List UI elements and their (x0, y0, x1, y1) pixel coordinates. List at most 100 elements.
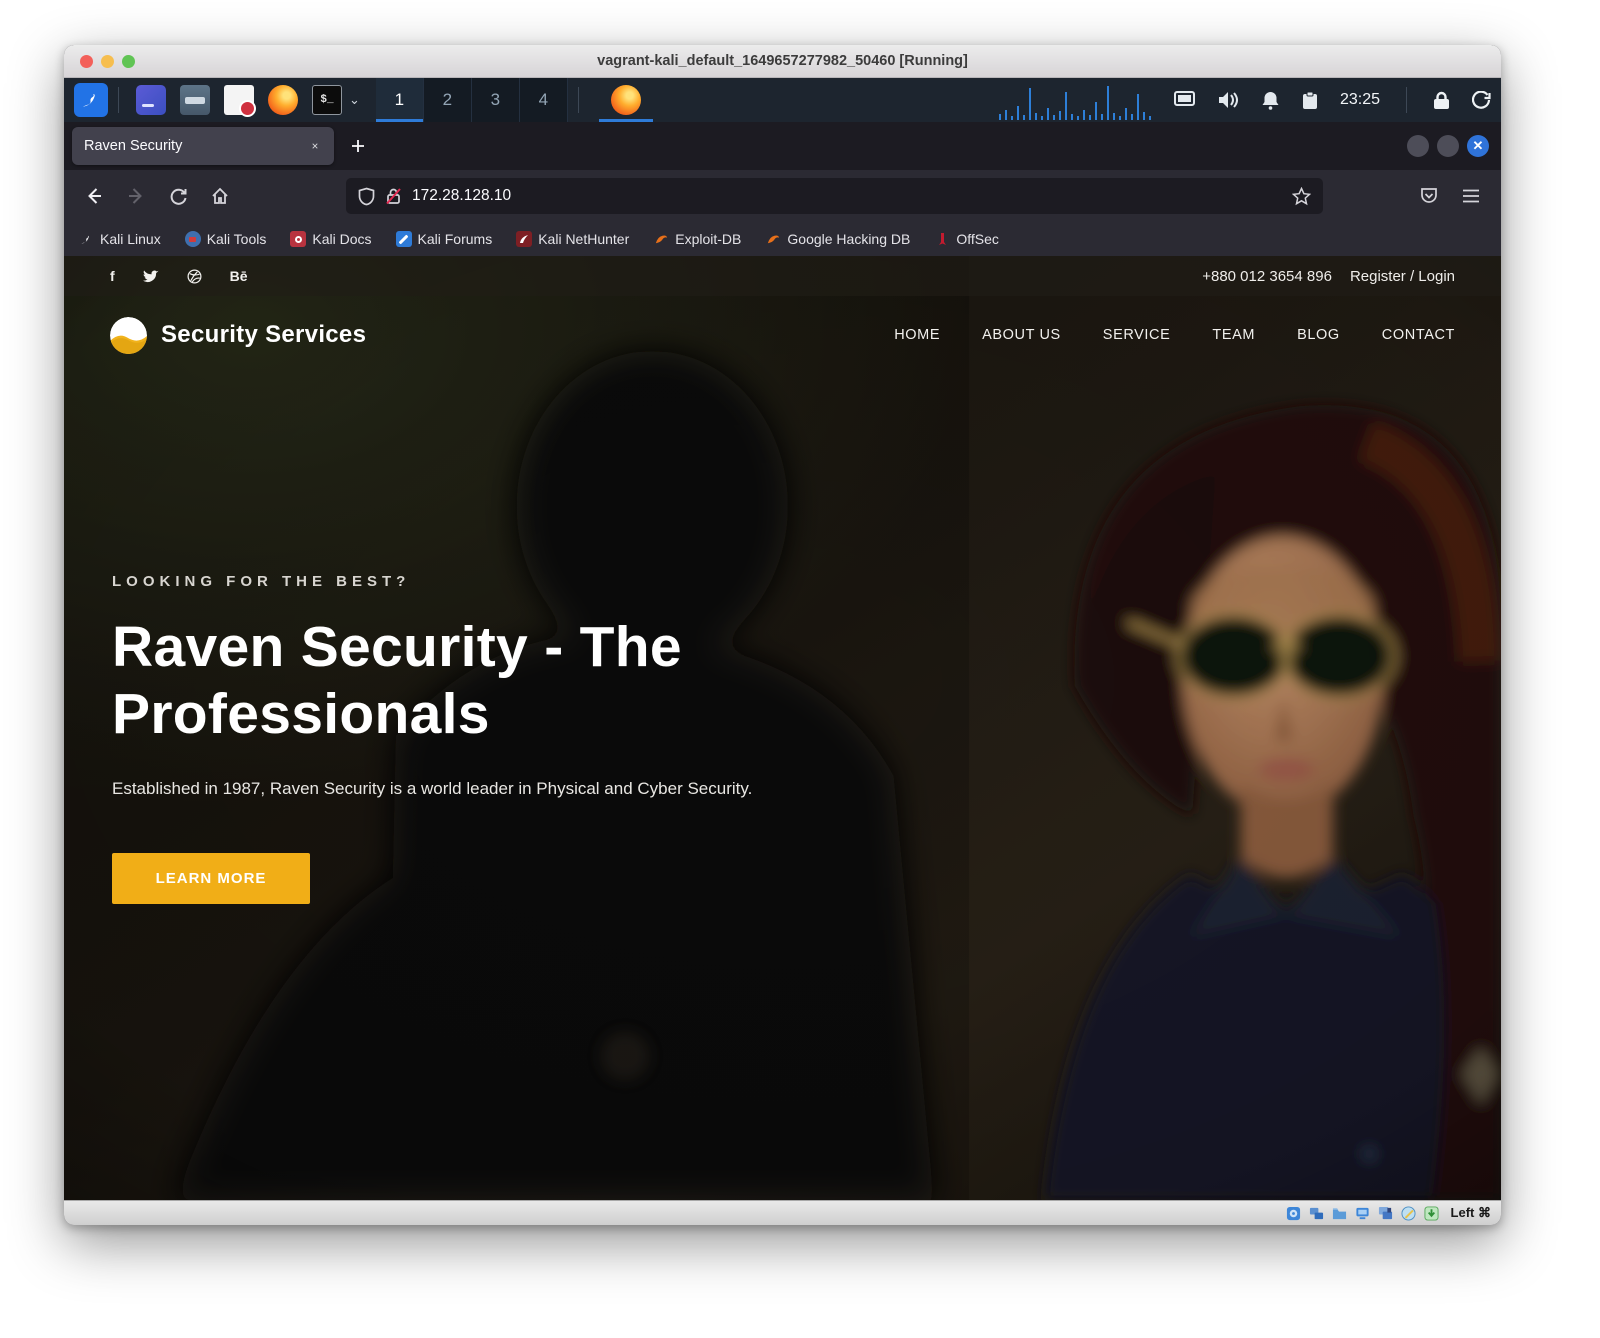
panel-separator (118, 87, 119, 113)
tracking-shield-icon[interactable] (358, 187, 375, 206)
menu-hamburger-icon[interactable] (1453, 179, 1489, 213)
kali-docs-favicon (290, 231, 306, 247)
panel-separator (578, 87, 579, 113)
vm-window: vagrant-kali_default_1649657277982_50460… (64, 45, 1501, 1225)
hero-title: Raven Security - The Professionals (112, 614, 772, 747)
pocket-icon[interactable] (1411, 179, 1447, 213)
page-viewport: f Bē +880 012 3654 896 Register / Login … (64, 256, 1501, 1200)
offsec-favicon (934, 231, 950, 247)
bookmark-kali-linux[interactable]: Kali Linux (78, 231, 161, 247)
insecure-lock-icon[interactable] (385, 187, 402, 205)
maximize-button[interactable] (1437, 135, 1459, 157)
vbox-display-status-icon[interactable] (1355, 1205, 1371, 1221)
dribbble-icon[interactable] (187, 269, 202, 284)
display-tray-icon[interactable] (1174, 91, 1195, 109)
site-header: Security Services HOME ABOUT US SERVICE … (64, 296, 1501, 374)
site-topbar: f Bē +880 012 3654 896 Register / Login (64, 256, 1501, 296)
lock-screen-icon[interactable] (1433, 91, 1450, 110)
xfwm-window-controls: ✕ (1407, 122, 1489, 170)
exploit-db-favicon (653, 231, 669, 247)
bookmark-kali-tools[interactable]: Kali Tools (185, 231, 267, 247)
nav-contact[interactable]: CONTACT (1382, 327, 1455, 343)
firefox-navbar: 172.28.128.10 (64, 170, 1501, 222)
bookmark-kali-nethunter[interactable]: Kali NetHunter (516, 231, 629, 247)
terminal-icon[interactable]: $_ (312, 85, 342, 115)
nav-home[interactable]: HOME (894, 327, 940, 343)
close-button[interactable]: ✕ (1467, 135, 1489, 157)
bookmark-exploit-db[interactable]: Exploit-DB (653, 231, 741, 247)
behance-icon[interactable]: Bē (230, 268, 248, 284)
tab-title: Raven Security (84, 138, 308, 154)
volume-icon[interactable] (1217, 91, 1239, 109)
panel-separator (1406, 87, 1407, 113)
bookmark-kali-forums[interactable]: Kali Forums (396, 231, 493, 247)
nav-blog[interactable]: BLOG (1297, 327, 1340, 343)
bookmark-offsec[interactable]: OffSec (934, 231, 999, 247)
vbox-network-status-icon[interactable] (1309, 1205, 1325, 1221)
terminal-glyph: $_ (320, 94, 333, 106)
firefox-launcher-icon[interactable] (268, 85, 298, 115)
kali-panel: $_ ⌄ 1 2 3 4 (64, 78, 1501, 122)
site-brand[interactable]: Security Services (161, 321, 366, 349)
vm-window-title: vagrant-kali_default_1649657277982_50460… (64, 53, 1501, 69)
minimize-button[interactable] (1407, 135, 1429, 157)
kali-linux-favicon (78, 231, 94, 247)
panel-clock[interactable]: 23:25 (1340, 91, 1380, 109)
system-tray: 23:25 (1174, 87, 1491, 113)
social-links: f Bē (110, 268, 248, 284)
logout-power-icon[interactable] (1472, 91, 1491, 110)
zoom-window-button[interactable] (122, 55, 135, 68)
site-nav: HOME ABOUT US SERVICE TEAM BLOG CONTACT (894, 327, 1455, 343)
vbox-host-key-indicator: Left ⌘ (1451, 1205, 1491, 1221)
vbox-harddisk-status-icon[interactable] (1286, 1205, 1302, 1221)
phone-number: +880 012 3654 896 (1202, 268, 1332, 285)
bookmark-star-icon[interactable] (1292, 187, 1311, 206)
register-login-link[interactable]: Register / Login (1350, 268, 1455, 285)
bookmark-kali-docs[interactable]: Kali Docs (290, 231, 371, 247)
new-tab-button[interactable] (350, 138, 366, 154)
url-bar[interactable]: 172.28.128.10 (346, 178, 1323, 214)
facebook-icon[interactable]: f (110, 268, 115, 284)
vm-titlebar: vagrant-kali_default_1649657277982_50460… (64, 45, 1501, 78)
taskbar-firefox-icon[interactable] (599, 78, 653, 122)
nav-about-us[interactable]: ABOUT US (982, 327, 1061, 343)
site-logo-icon[interactable] (110, 317, 147, 354)
firefox-icon (611, 85, 641, 115)
close-window-button[interactable] (80, 55, 93, 68)
vbox-arrow-status-icon[interactable] (1424, 1205, 1440, 1221)
tab-close-icon[interactable] (308, 139, 322, 153)
workspace-2[interactable]: 2 (424, 78, 472, 122)
forward-button[interactable] (118, 179, 154, 213)
bookmark-google-hacking-db[interactable]: Google Hacking DB (765, 231, 910, 247)
cpu-graph[interactable] (996, 80, 1156, 120)
kali-tools-favicon (185, 231, 201, 247)
vbox-status-bar: Left ⌘ (64, 1200, 1501, 1225)
hero-section: LOOKING FOR THE BEST? Raven Security - T… (112, 573, 812, 904)
hero-kicker: LOOKING FOR THE BEST? (112, 573, 812, 590)
workspace-3[interactable]: 3 (472, 78, 520, 122)
file-manager-icon[interactable] (180, 85, 210, 115)
kali-forums-favicon (396, 231, 412, 247)
vbox-seamless-windows-status-icon[interactable] (1378, 1205, 1394, 1221)
kali-menu-icon[interactable] (74, 83, 108, 117)
back-button[interactable] (76, 179, 112, 213)
nav-team[interactable]: TEAM (1212, 327, 1255, 343)
workspace-1[interactable]: 1 (376, 78, 424, 122)
notifications-bell-icon[interactable] (1261, 91, 1280, 110)
vbox-shared-folders-status-icon[interactable] (1332, 1205, 1348, 1221)
minimize-window-button[interactable] (101, 55, 114, 68)
terminal-launcher-icon[interactable] (136, 85, 166, 115)
nav-service[interactable]: SERVICE (1103, 327, 1171, 343)
tab-raven-security[interactable]: Raven Security (72, 127, 334, 165)
chevron-down-icon[interactable]: ⌄ (349, 92, 360, 108)
clipboard-icon[interactable] (1302, 91, 1318, 110)
reload-button[interactable] (160, 179, 196, 213)
home-button[interactable] (202, 179, 238, 213)
kali-nethunter-favicon (516, 231, 532, 247)
workspace-4[interactable]: 4 (520, 78, 568, 122)
vbox-features-status-icon[interactable] (1401, 1205, 1417, 1221)
workspace-switcher: 1 2 3 4 (376, 78, 568, 122)
learn-more-button[interactable]: LEARN MORE (112, 853, 310, 904)
text-editor-icon[interactable] (224, 85, 254, 115)
twitter-icon[interactable] (143, 270, 159, 283)
